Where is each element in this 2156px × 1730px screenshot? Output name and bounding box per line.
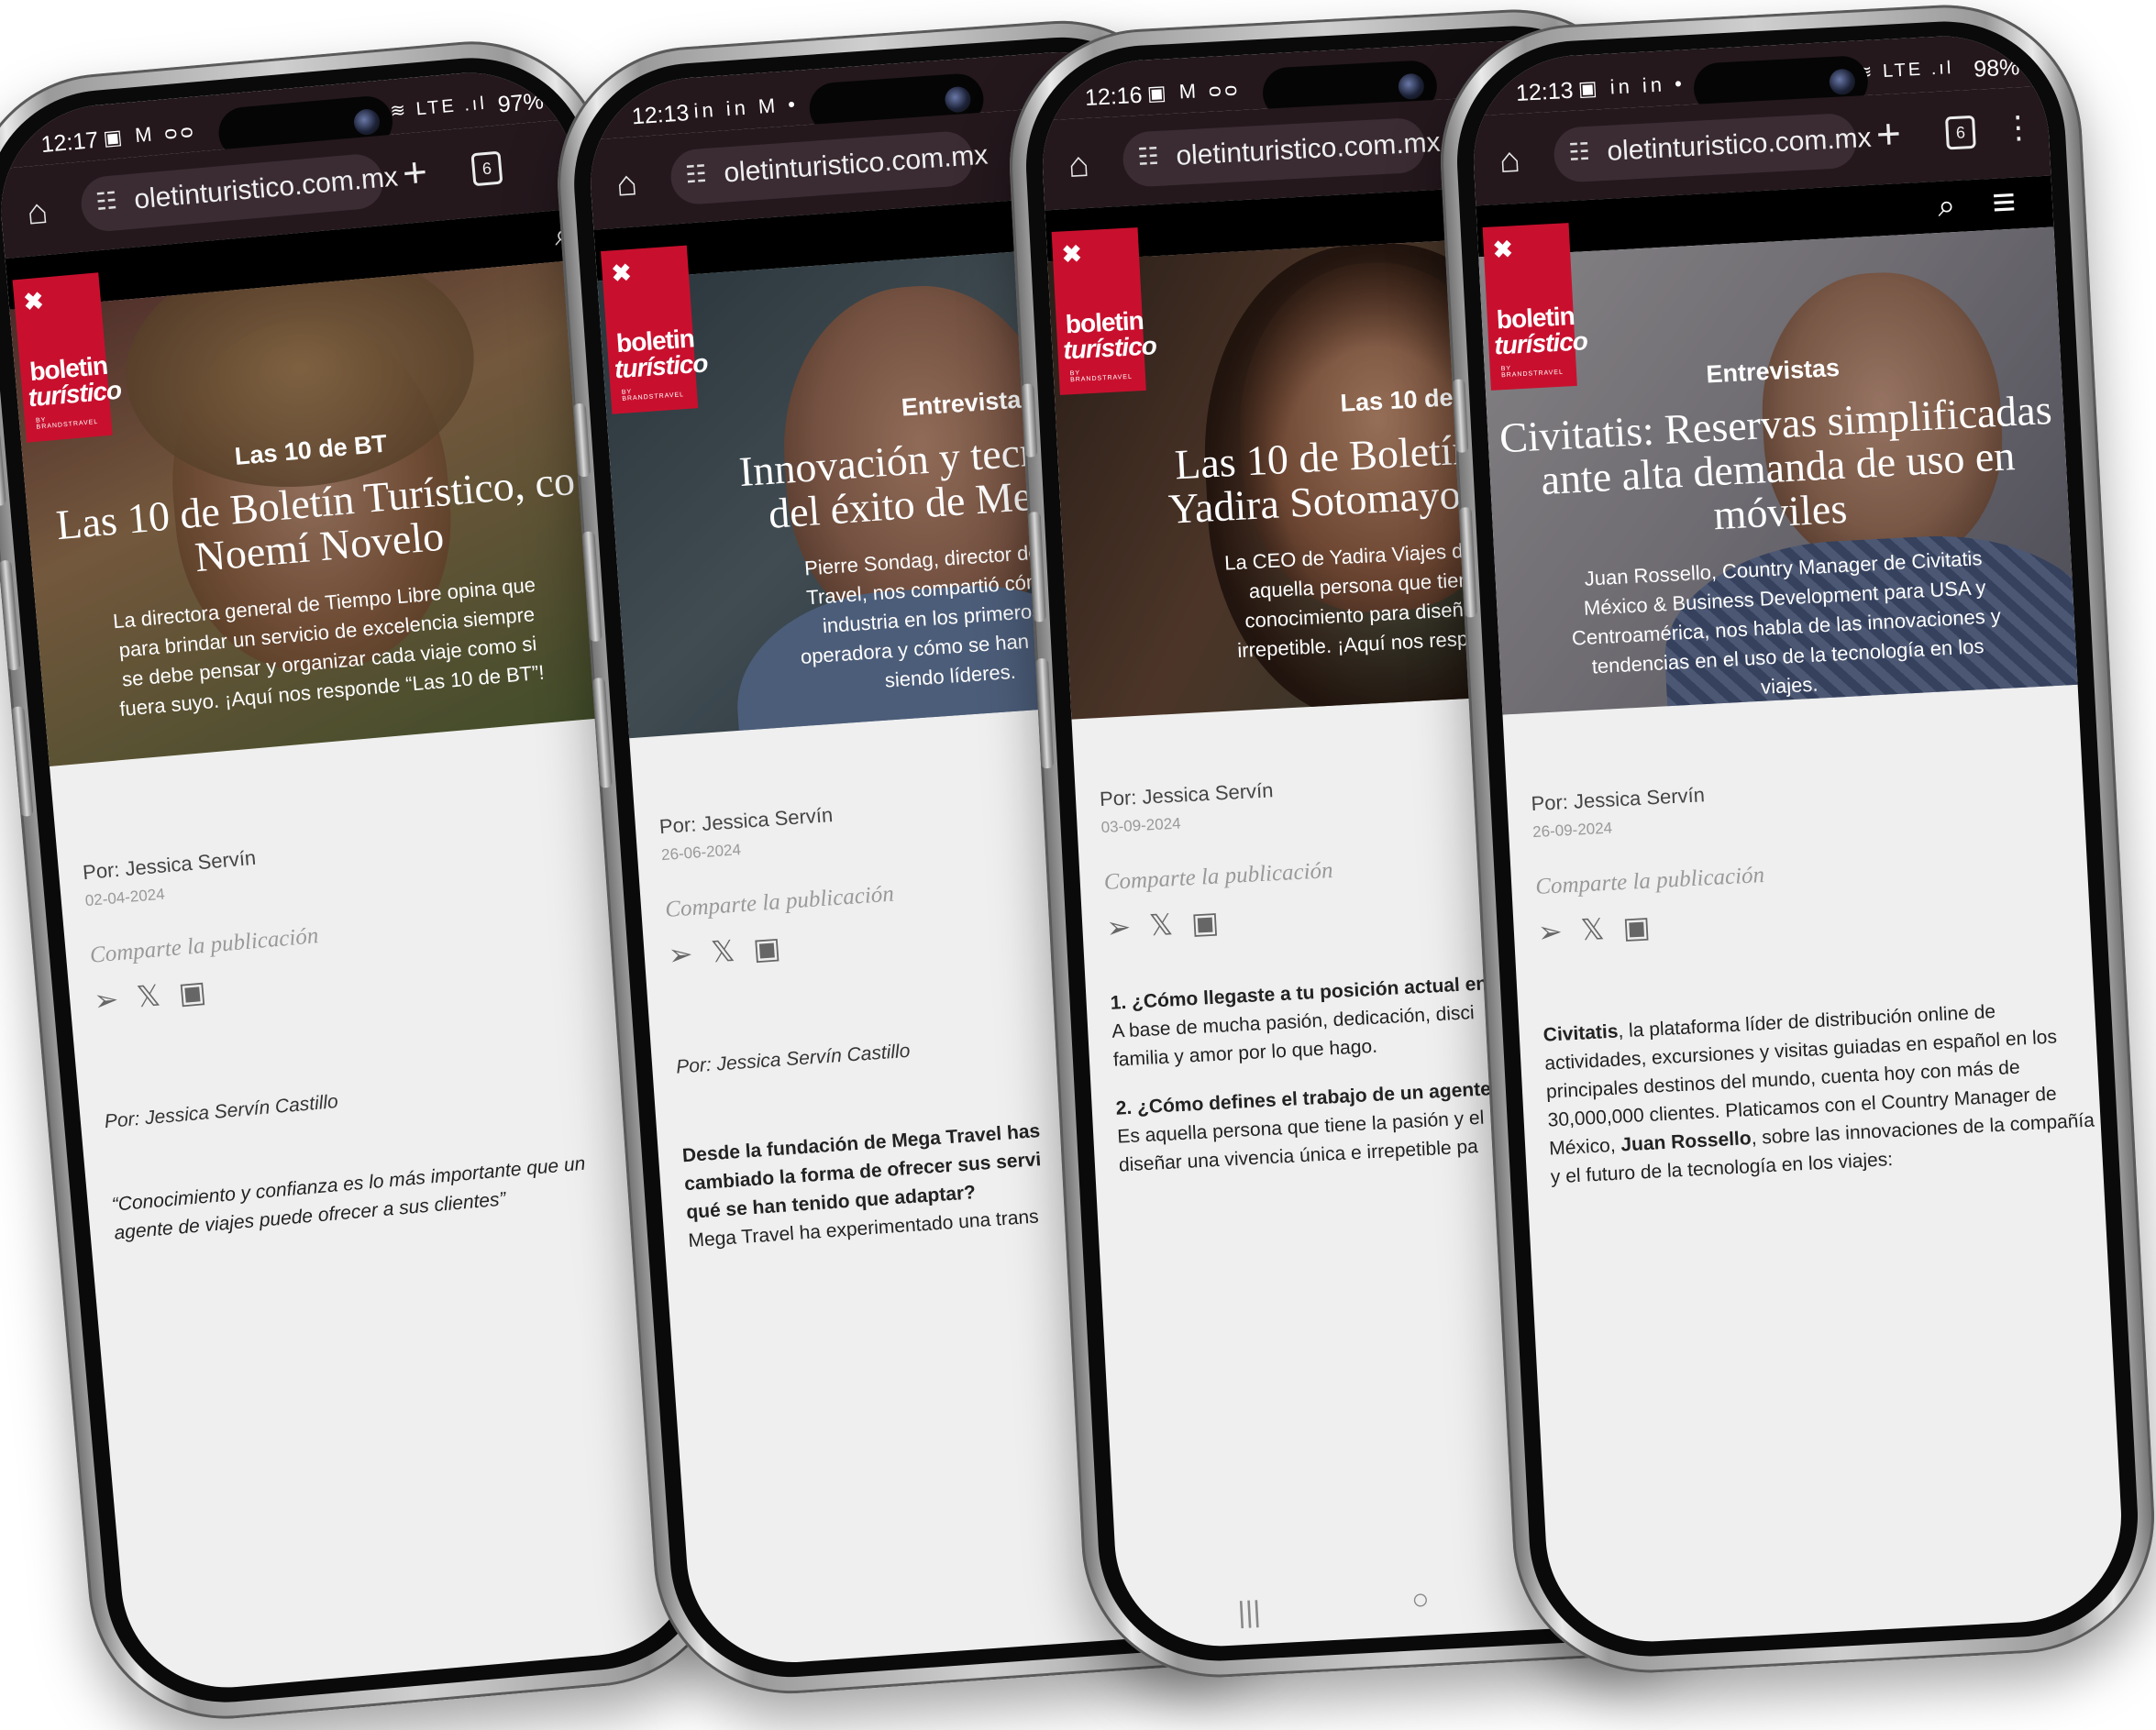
- tune-icon[interactable]: ☷: [1568, 138, 1591, 167]
- tune-icon[interactable]: ☷: [1137, 142, 1160, 171]
- url-text[interactable]: oletinturistico.com.mx: [1176, 127, 1442, 172]
- article-bold-lead: Civitatis: [1542, 1020, 1620, 1046]
- phone-4: 12:13 ▣ in in • ⏰ ✖ ≋ LTE .ıl 98% ⌂ ☷ ol…: [1433, 0, 2156, 1680]
- send-icon[interactable]: ➢: [668, 936, 713, 972]
- notification-icons: ▣ M ᴑᴑ: [1146, 77, 1242, 105]
- side-button: [1021, 383, 1038, 457]
- status-time: 12:17: [39, 127, 100, 159]
- recent-apps-button[interactable]: |||: [1237, 1594, 1262, 1629]
- site-logo[interactable]: ✖ boletin turístico BY BRANDSTRAVEL: [1051, 227, 1157, 395]
- share-label: Comparte la publicación: [88, 923, 320, 968]
- site-logo[interactable]: ✖ boletin turístico BY BRANDSTRAVEL: [1482, 223, 1588, 391]
- plus-icon[interactable]: +: [401, 147, 429, 198]
- share-icons: ➢𝕏▣: [667, 921, 898, 972]
- post-meta: Por: Jessica Servín 26-09-2024 Comparte …: [1531, 780, 1768, 950]
- facebook-icon[interactable]: ▣: [177, 973, 226, 1009]
- send-icon[interactable]: ➢: [1537, 914, 1582, 949]
- logo-mark-icon: ✖: [1061, 239, 1083, 269]
- screen: 12:13 ▣ in in • ⏰ ✖ ≋ LTE .ıl 98% ⌂ ☷ ol…: [1468, 30, 2127, 1647]
- site-logo[interactable]: ✖ boletin turístico BY BRANDSTRAVEL: [12, 272, 122, 443]
- more-icon[interactable]: ⋮: [2002, 108, 2035, 147]
- x-icon[interactable]: 𝕏: [1148, 907, 1192, 942]
- home-icon[interactable]: ⌂: [1067, 146, 1090, 186]
- logo-line2: turístico: [1493, 326, 1588, 360]
- facebook-icon[interactable]: ▣: [1621, 909, 1669, 945]
- x-icon[interactable]: 𝕏: [135, 977, 180, 1014]
- notification-icons: ▣ M ᴑᴑ: [102, 118, 198, 150]
- post-author: Por: Jessica Servín: [1530, 783, 1706, 816]
- send-icon[interactable]: ➢: [93, 981, 138, 1018]
- article-body: Por: Jessica Servín Castillo Desde la fu…: [675, 1028, 1046, 1255]
- status-time: 12:16: [1084, 82, 1144, 111]
- facebook-icon[interactable]: ▣: [752, 930, 801, 965]
- logo-line2: turístico: [1062, 331, 1157, 365]
- logo-sub: BY BRANDSTRAVEL: [35, 416, 99, 431]
- camera-icon: [352, 107, 381, 137]
- hero-title: Civitatis: Reservas simplificadas ante a…: [1487, 386, 2069, 549]
- facebook-icon[interactable]: ▣: [1190, 905, 1238, 941]
- post-date: 26-09-2024: [1531, 819, 1613, 842]
- home-icon[interactable]: ⌂: [1498, 141, 1521, 182]
- site-logo[interactable]: ✖ boletin turístico BY BRANDSTRAVEL: [601, 245, 708, 414]
- status-time: 12:13: [1515, 77, 1575, 106]
- camera-icon: [944, 85, 972, 114]
- battery-level: 98%: [1973, 54, 2021, 83]
- send-icon[interactable]: ➢: [1105, 909, 1150, 944]
- url-bar[interactable]: ☷ oletinturistico.com.mx: [1553, 112, 1872, 183]
- battery-level: 97%: [496, 88, 545, 118]
- url-text[interactable]: oletinturistico.com.mx: [723, 139, 989, 189]
- post-date: 03-09-2024: [1100, 814, 1182, 837]
- x-icon[interactable]: 𝕏: [1580, 911, 1624, 946]
- menu-icon[interactable]: ≡: [1991, 180, 2017, 226]
- share-label: Comparte la publicación: [664, 881, 895, 922]
- home-icon[interactable]: ⌂: [25, 193, 50, 234]
- article-bold-name: Juan Rossello: [1620, 1128, 1752, 1156]
- post-meta: Por: Jessica Servín 26-06-2024 Comparte …: [658, 799, 898, 973]
- plus-icon[interactable]: +: [1874, 108, 1903, 159]
- tune-icon[interactable]: ☷: [684, 160, 707, 190]
- logo-line2: turístico: [613, 348, 709, 384]
- logo-sub: BY BRANDSTRAVEL: [1500, 365, 1564, 380]
- bezel: 12:13 ▣ in in • ⏰ ✖ ≋ LTE .ıl 98% ⌂ ☷ ol…: [1451, 15, 2144, 1663]
- share-label: Comparte la publicación: [1103, 857, 1334, 896]
- logo-sub: BY BRANDSTRAVEL: [1069, 369, 1133, 384]
- tabs-icon[interactable]: 6: [470, 150, 503, 187]
- hero-text: Las 10 de BT Las 10 de Boletín Turístico…: [23, 411, 620, 731]
- share-icons: ➢𝕏▣: [93, 964, 324, 1019]
- status-time: 12:13: [630, 100, 691, 130]
- home-icon[interactable]: ⌂: [615, 164, 639, 204]
- logo-mark-icon: ✖: [1492, 235, 1514, 264]
- post-meta: Por: Jessica Servín 02-04-2024 Comparte …: [82, 841, 324, 1018]
- post-author: Por: Jessica Servín: [1099, 778, 1274, 811]
- home-button[interactable]: ○: [1410, 1582, 1430, 1617]
- notification-icons: in in M •: [692, 92, 800, 123]
- post-meta: Por: Jessica Servín 03-09-2024 Comparte …: [1099, 776, 1336, 945]
- tune-icon[interactable]: ☷: [94, 186, 118, 216]
- article-body: Por: Jessica Servín Castillo “Conocimien…: [104, 1066, 590, 1248]
- url-text[interactable]: oletinturistico.com.mx: [1607, 123, 1873, 168]
- url-bar[interactable]: ☷ oletinturistico.com.mx: [79, 151, 399, 234]
- notification-icons: ▣ in in •: [1577, 72, 1686, 101]
- search-icon[interactable]: ⌕: [1937, 188, 1956, 225]
- logo-mark-icon: ✖: [610, 258, 633, 288]
- article-body: 1. ¿Cómo llegaste a tu posición actual e…: [1110, 968, 1513, 1179]
- share-icons: ➢𝕏▣: [1537, 903, 1768, 950]
- url-bar[interactable]: ☷ oletinturistico.com.mx: [669, 129, 989, 206]
- share-label: Comparte la publicación: [1534, 862, 1765, 900]
- side-button: [1452, 379, 1469, 453]
- hero-description: Juan Rossello, Country Manager de Civita…: [1513, 540, 2060, 715]
- camera-icon: [1398, 72, 1425, 101]
- logo-sub: BY BRANDSTRAVEL: [621, 389, 685, 402]
- url-bar[interactable]: ☷ oletinturistico.com.mx: [1122, 116, 1441, 188]
- url-text[interactable]: oletinturistico.com.mx: [133, 161, 399, 215]
- logo-mark-icon: ✖: [22, 286, 45, 316]
- share-icons: ➢𝕏▣: [1105, 898, 1336, 945]
- x-icon[interactable]: 𝕏: [710, 932, 754, 968]
- article-body: Civitatis, la plataforma líder de distri…: [1542, 993, 2096, 1192]
- hero-text: Entrevistas Civitatis: Reservas simplifi…: [1485, 342, 2078, 715]
- camera-icon: [1829, 68, 1856, 96]
- tabs-icon[interactable]: 6: [1945, 115, 1976, 150]
- article-text: México,: [1548, 1134, 1617, 1160]
